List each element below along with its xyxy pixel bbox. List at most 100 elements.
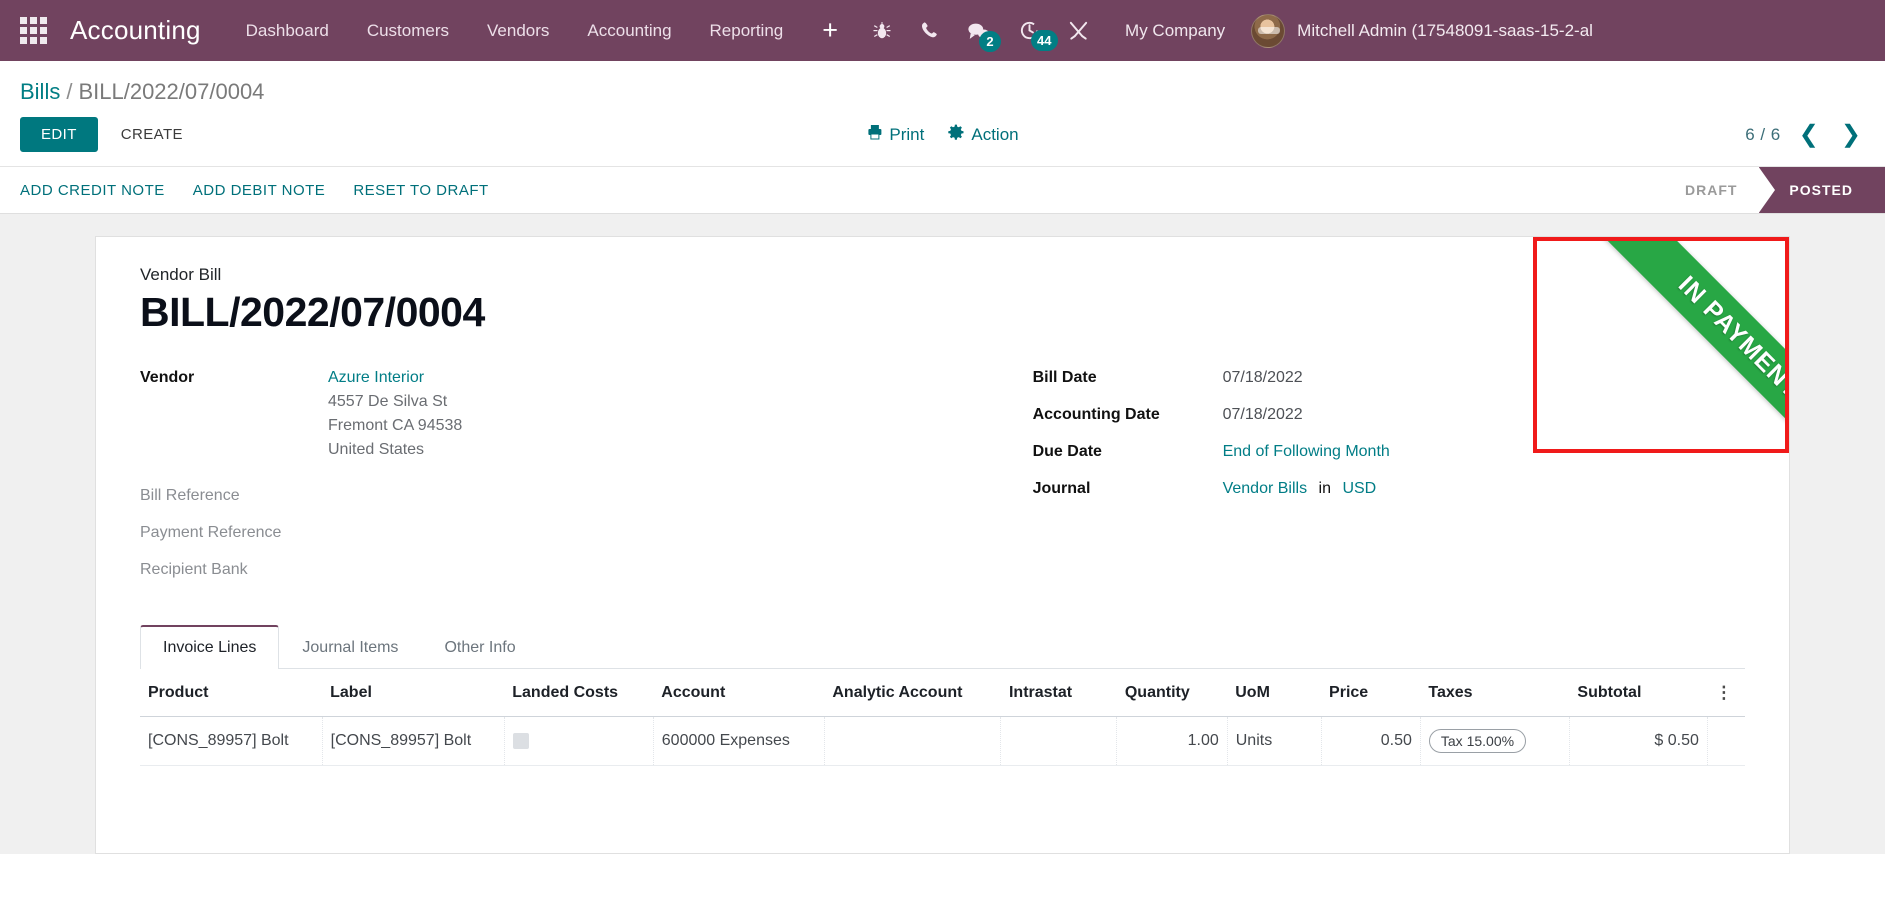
bill-date-value[interactable]: 07/18/2022 <box>1223 366 1303 390</box>
column-header-quantity[interactable]: Quantity <box>1116 669 1228 717</box>
cell-quantity[interactable]: 1.00 <box>1116 716 1228 766</box>
user-menu[interactable]: Mitchell Admin (17548091-saas-15-2-al <box>1241 13 1603 48</box>
status-bar: ADD CREDIT NOTE ADD DEBIT NOTE RESET TO … <box>0 166 1885 213</box>
company-switcher[interactable]: My Company <box>1103 0 1241 61</box>
cell-subtotal[interactable]: $ 0.50 <box>1569 716 1708 766</box>
nav-menu-customers[interactable]: Customers <box>348 0 468 61</box>
tools-icon[interactable] <box>1054 20 1103 41</box>
add-credit-note-button[interactable]: ADD CREDIT NOTE <box>20 182 165 199</box>
quick-create-plus-icon[interactable]: + <box>802 0 858 61</box>
chevron-right-icon[interactable]: ❯ <box>1837 122 1865 147</box>
cell-intrastat[interactable] <box>1000 716 1118 766</box>
journal-link[interactable]: Vendor Bills <box>1223 480 1308 497</box>
pager-value: 6 / 6 <box>1745 124 1781 144</box>
tax-badge: Tax 15.00% <box>1428 729 1527 753</box>
status-bar-actions: ADD CREDIT NOTE ADD DEBIT NOTE RESET TO … <box>0 167 489 213</box>
add-debit-note-button[interactable]: ADD DEBIT NOTE <box>193 182 326 199</box>
column-header-intrastat[interactable]: Intrastat <box>1000 669 1117 717</box>
column-header-taxes[interactable]: Taxes <box>1420 669 1570 717</box>
status-ribbon-highlight: IN PAYMENT <box>1533 237 1789 453</box>
nav-menu-accounting[interactable]: Accounting <box>568 0 690 61</box>
column-header-price[interactable]: Price <box>1321 669 1421 717</box>
cell-taxes[interactable]: Tax 15.00% <box>1420 716 1570 766</box>
column-header-landed-costs[interactable]: Landed Costs <box>504 669 654 717</box>
journal-in-word: in <box>1318 480 1331 497</box>
cell-price[interactable]: 0.50 <box>1321 716 1421 766</box>
top-navbar: Accounting Dashboard Customers Vendors A… <box>0 0 1885 61</box>
form-sheet: IN PAYMENT Vendor Bill BILL/2022/07/0004… <box>95 236 1790 854</box>
status-indicators: DRAFT POSTED <box>1655 167 1885 213</box>
edit-button[interactable]: EDIT <box>20 117 98 152</box>
action-button[interactable]: Action <box>948 124 1019 145</box>
print-label: Print <box>889 124 925 144</box>
control-panel-dropdowns: Print Action <box>866 124 1019 145</box>
messages-icon[interactable]: 2 <box>953 21 1005 52</box>
chevron-left-icon[interactable]: ❮ <box>1795 122 1823 147</box>
phone-icon[interactable] <box>906 21 953 40</box>
optional-columns-dropdown[interactable]: ⋮ <box>1707 669 1745 717</box>
due-date-link[interactable]: End of Following Month <box>1223 443 1390 460</box>
cell-uom[interactable]: Units <box>1227 716 1322 766</box>
nav-menu-reporting[interactable]: Reporting <box>691 0 803 61</box>
control-panel: Bills / BILL/2022/07/0004 EDIT CREATE Pr… <box>0 61 1885 214</box>
recipient-bank-label: Recipient Bank <box>140 561 248 578</box>
pager: 6 / 6 ❮ ❯ <box>1745 122 1865 147</box>
bug-icon[interactable] <box>858 21 906 41</box>
nav-menu-vendors[interactable]: Vendors <box>468 0 568 61</box>
cell-row-options[interactable] <box>1707 716 1745 766</box>
journal-value[interactable]: Vendor Bills in USD <box>1223 477 1377 501</box>
due-date-value[interactable]: End of Following Month <box>1223 440 1390 464</box>
cell-label[interactable]: [CONS_89957] Bolt <box>322 716 505 766</box>
vendor-label: Vendor <box>140 369 195 386</box>
status-posted[interactable]: POSTED <box>1759 167 1885 213</box>
breadcrumb-item-bills[interactable]: Bills <box>20 79 60 105</box>
table-row[interactable]: [CONS_89957] Bolt [CONS_89957] Bolt 6000… <box>140 716 1745 766</box>
tab-journal-items[interactable]: Journal Items <box>279 625 421 669</box>
vendor-address-line-2: Fremont CA 94538 <box>328 417 463 434</box>
column-header-label[interactable]: Label <box>322 669 505 717</box>
document-type-label: Vendor Bill <box>140 265 222 284</box>
page-title: BILL/2022/07/0004 <box>140 289 485 335</box>
currency-link[interactable]: USD <box>1342 480 1376 497</box>
tab-invoice-lines[interactable]: Invoice Lines <box>140 625 280 669</box>
table-header-row: Product Label Landed Costs Account Analy… <box>140 669 1745 717</box>
column-header-product[interactable]: Product <box>140 669 323 717</box>
form-background: IN PAYMENT Vendor Bill BILL/2022/07/0004… <box>0 214 1885 854</box>
column-header-account[interactable]: Account <box>653 669 825 717</box>
vendor-address-line-3: United States <box>328 441 425 458</box>
apps-grid-icon[interactable] <box>10 8 56 54</box>
vertical-dots-icon[interactable]: ⋮ <box>1715 683 1733 702</box>
notebook-tabs: Invoice Lines Journal Items Other Info <box>140 625 1745 669</box>
app-brand-accounting[interactable]: Accounting <box>70 15 201 46</box>
activities-clock-icon[interactable]: 44 <box>1005 20 1058 51</box>
field-journal: Journal Vendor Bills in USD <box>1033 477 1745 501</box>
cell-account[interactable]: 600000 Expenses <box>653 716 825 766</box>
action-label: Action <box>971 124 1019 144</box>
cell-analytic-account[interactable] <box>824 716 1002 766</box>
nav-menu-dashboard[interactable]: Dashboard <box>227 0 348 61</box>
control-panel-buttons: EDIT CREATE Print Action 6 / 6 ❮ ❯ <box>0 105 1885 166</box>
cell-landed-costs[interactable] <box>504 716 654 766</box>
reset-to-draft-button[interactable]: RESET TO DRAFT <box>353 182 488 199</box>
messages-badge-count: 2 <box>979 30 1002 52</box>
cell-product[interactable]: [CONS_89957] Bolt <box>140 716 323 766</box>
gear-icon <box>948 124 964 145</box>
breadcrumb-item-current: BILL/2022/07/0004 <box>78 79 265 104</box>
tab-other-info[interactable]: Other Info <box>421 625 538 669</box>
breadcrumb-separator: / <box>66 79 73 104</box>
print-button[interactable]: Print <box>866 124 924 145</box>
column-header-subtotal[interactable]: Subtotal <box>1569 669 1708 717</box>
in-payment-ribbon: IN PAYMENT <box>1594 241 1785 449</box>
landed-costs-checkbox[interactable] <box>512 732 529 749</box>
vendor-value[interactable]: Azure Interior 4557 De Silva St Fremont … <box>328 366 462 462</box>
invoice-lines-table: Product Label Landed Costs Account Analy… <box>140 669 1745 766</box>
field-recipient-bank: Recipient Bank <box>140 558 975 582</box>
column-header-uom[interactable]: UoM <box>1227 669 1322 717</box>
vendor-link[interactable]: Azure Interior <box>328 369 424 386</box>
create-button[interactable]: CREATE <box>106 117 198 152</box>
accounting-date-label: Accounting Date <box>1032 406 1160 423</box>
status-draft[interactable]: DRAFT <box>1655 167 1759 213</box>
column-header-analytic-account[interactable]: Analytic Account <box>824 669 1001 717</box>
bill-date-label: Bill Date <box>1032 369 1097 386</box>
accounting-date-value[interactable]: 07/18/2022 <box>1223 403 1303 427</box>
